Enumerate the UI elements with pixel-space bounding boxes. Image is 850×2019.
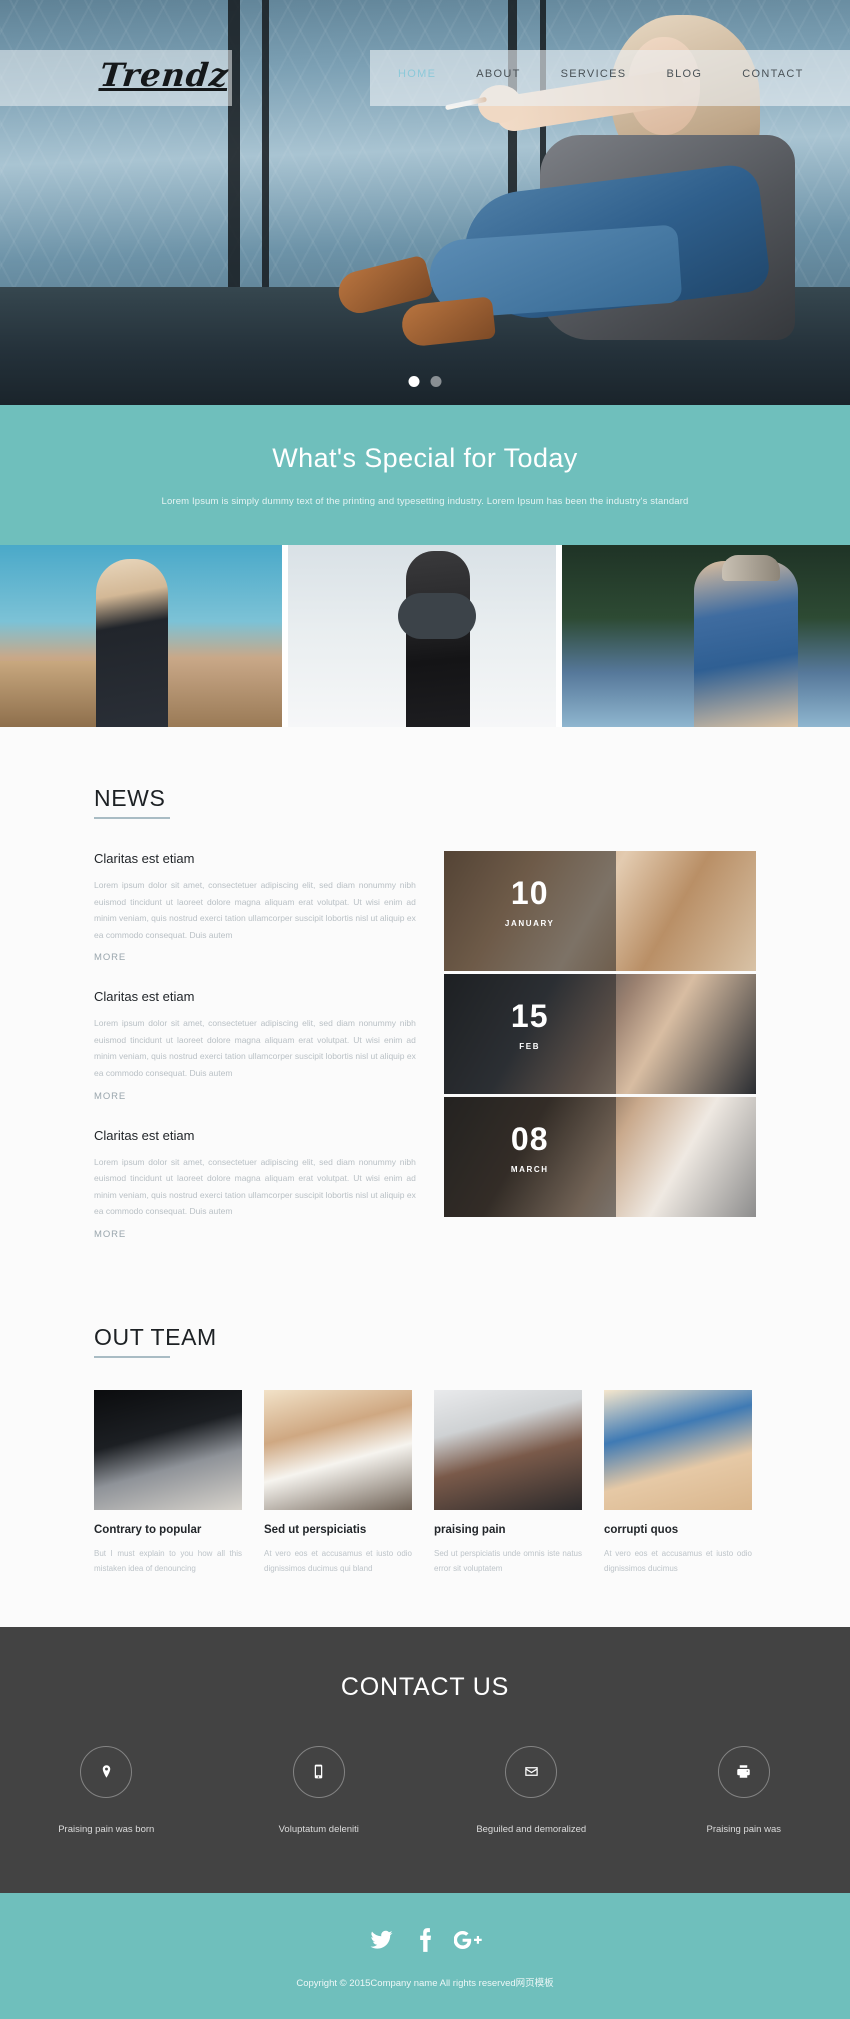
gallery-3-model [694,561,798,727]
google-plus-icon[interactable] [454,1927,482,1953]
model-shoe [400,296,496,347]
contact-heading: CONTACT US [0,1673,850,1702]
team-member-photo[interactable] [604,1390,752,1510]
team-member: Contrary to popular But I must explain t… [94,1390,242,1577]
team-heading-rule [94,1356,170,1358]
team-member-desc: At vero eos et accusamus et iusto odio d… [264,1546,412,1577]
team-member-photo[interactable] [94,1390,242,1510]
date-card-day: 15 [444,1000,616,1032]
team-member: Sed ut perspiciatis At vero eos et accus… [264,1390,412,1577]
gallery-2-scarf [398,593,476,639]
news-item: Claritas est etiam Lorem ipsum dolor sit… [94,989,416,1103]
gallery-image-2[interactable] [282,545,562,727]
news-more-link[interactable]: MORE [94,952,126,963]
hero-banner: Trendz HOME ABOUT SERVICES BLOG CONTACT [0,0,850,405]
gallery-image-1[interactable] [0,545,282,727]
date-card-day: 10 [444,877,616,909]
news-heading: NEWS [94,727,165,812]
contact-item-label: Beguiled and demoralized [476,1824,586,1835]
date-card-month: MARCH [444,1165,616,1174]
nav-item-contact[interactable]: CONTACT [742,68,803,80]
contact-item-label: Voluptatum deleniti [279,1824,359,1835]
news-item: Claritas est etiam Lorem ipsum dolor sit… [94,1128,416,1242]
twitter-icon[interactable] [368,1928,395,1952]
envelope-icon [505,1746,557,1798]
special-title: What's Special for Today [272,443,577,474]
team-member-name: Contrary to popular [94,1524,242,1536]
date-card[interactable]: 15 FEB [444,974,756,1094]
team-member-desc: At vero eos et accusamus et iusto odio d… [604,1546,752,1577]
team-member-name: praising pain [434,1524,582,1536]
nav-item-about[interactable]: ABOUT [476,68,520,80]
news-item-body: Lorem ipsum dolor sit amet, consectetuer… [94,877,416,943]
special-banner: What's Special for Today Lorem Ipsum is … [0,405,850,545]
date-card-month: FEB [444,1042,616,1051]
nav-item-blog[interactable]: BLOG [666,68,702,80]
printer-icon [718,1746,770,1798]
date-card[interactable]: 10 JANUARY [444,851,756,971]
contact-item-fax[interactable]: Praising pain was [638,1746,850,1835]
team-heading: OUT TEAM [94,1266,217,1351]
special-subtitle: Lorem Ipsum is simply dummy text of the … [162,496,689,507]
gallery-image-3[interactable] [562,545,850,727]
team-section: OUT TEAM Contrary to popular But I must … [0,1266,850,1627]
team-member-photo[interactable] [434,1390,582,1510]
contact-section: CONTACT US Praising pain was born Volupt… [0,1627,850,1893]
contact-item-phone[interactable]: Voluptatum deleniti [213,1746,426,1835]
news-item-heading: Claritas est etiam [94,851,416,866]
copyright-text: Copyright © 2015Company name All rights … [0,1975,850,1989]
site-logo[interactable]: Trendz [98,56,231,94]
facebook-icon[interactable] [417,1927,432,1953]
gallery-2-model [406,551,470,727]
news-heading-rule [94,817,170,819]
news-item: Claritas est etiam Lorem ipsum dolor sit… [94,851,416,965]
news-item-body: Lorem ipsum dolor sit amet, consectetuer… [94,1154,416,1220]
contact-item-label: Praising pain was [707,1824,781,1835]
news-item-heading: Claritas est etiam [94,989,416,1004]
news-list: Claritas est etiam Lorem ipsum dolor sit… [94,851,416,1266]
team-member: praising pain Sed ut perspiciatis unde o… [434,1390,582,1577]
site-footer: Copyright © 2015Company name All rights … [0,1893,850,2019]
news-more-link[interactable]: MORE [94,1229,126,1240]
mobile-phone-icon [293,1746,345,1798]
contact-item-email[interactable]: Beguiled and demoralized [425,1746,638,1835]
gallery-1-model [96,559,168,727]
main-navigation: HOME ABOUT SERVICES BLOG CONTACT [398,68,804,80]
team-member-desc: Sed ut perspiciatis unde omnis iste natu… [434,1546,582,1577]
carousel-dot-2[interactable] [431,376,442,387]
gallery-strip [0,545,850,727]
team-member-desc: But I must explain to you how all this m… [94,1546,242,1577]
date-card-overlay [444,1097,616,1217]
date-card[interactable]: 08 MARCH [444,1097,756,1217]
map-pin-icon [80,1746,132,1798]
contact-item-address[interactable]: Praising pain was born [0,1746,213,1835]
date-card-overlay [444,974,616,1094]
carousel-dot-1[interactable] [409,376,420,387]
news-item-heading: Claritas est etiam [94,1128,416,1143]
nav-item-home[interactable]: HOME [398,68,436,80]
team-member-name: corrupti quos [604,1524,752,1536]
news-item-body: Lorem ipsum dolor sit amet, consectetuer… [94,1015,416,1081]
team-member-photo[interactable] [264,1390,412,1510]
news-date-cards: 10 JANUARY 15 FEB 08 MARCH [444,851,756,1266]
team-member-name: Sed ut perspiciatis [264,1524,412,1536]
date-card-overlay [444,851,616,971]
team-member: corrupti quos At vero eos et accusamus e… [604,1390,752,1577]
date-card-month: JANUARY [444,919,616,928]
nav-item-services[interactable]: SERVICES [561,68,627,80]
contact-item-label: Praising pain was born [58,1824,154,1835]
social-links [0,1927,850,1953]
news-more-link[interactable]: MORE [94,1091,126,1102]
date-card-day: 08 [444,1123,616,1155]
carousel-pagination [409,376,442,387]
gallery-3-hat [722,555,780,581]
news-section: NEWS Claritas est etiam Lorem ipsum dolo… [0,727,850,1266]
